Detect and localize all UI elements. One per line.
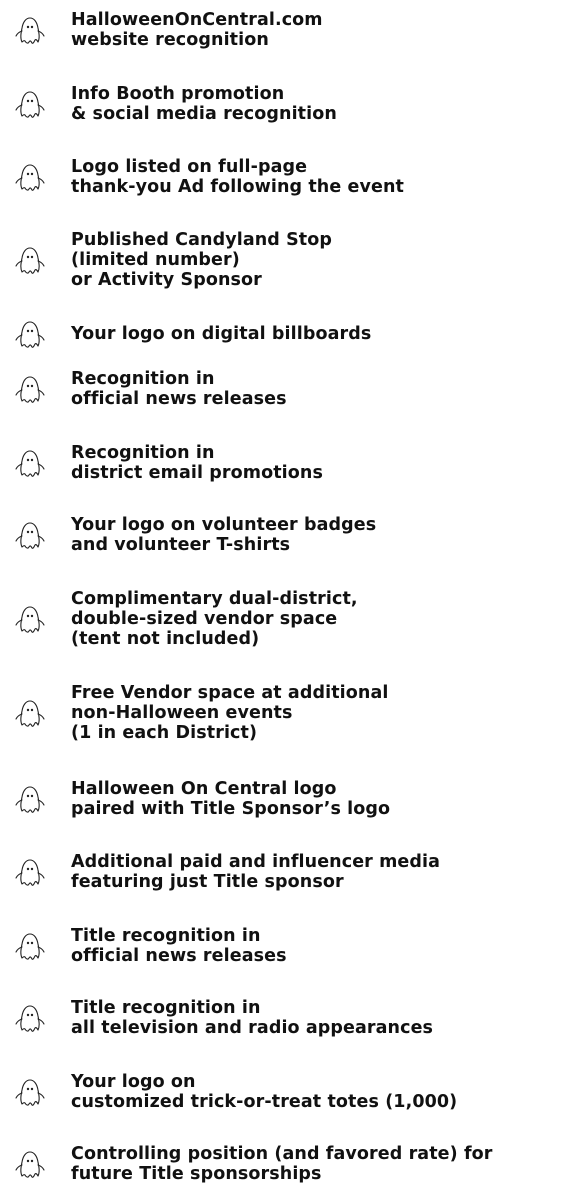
ghost-icon [13,243,47,277]
benefit-text: Recognition in official news releases [71,369,287,409]
list-item: HalloweenOnCentral.com website recogniti… [0,10,561,50]
benefit-text: Additional paid and influencer media fea… [71,852,441,892]
list-item: Complimentary dual-district, double-size… [0,589,561,649]
benefit-text: Your logo on customized trick-or-treat t… [71,1072,458,1112]
benefit-text: Halloween On Central logo paired with Ti… [71,779,391,819]
list-item: Controlling position (and favored rate) … [0,1144,561,1184]
ghost-icon [13,446,47,480]
ghost-icon [13,1075,47,1109]
ghost-icon [13,782,47,816]
list-item: Your logo on volunteer badges and volunt… [0,515,561,555]
benefit-text: Controlling position (and favored rate) … [71,1144,493,1184]
list-item: Info Booth promotion & social media reco… [0,84,561,124]
ghost-icon [13,1001,47,1035]
benefit-text: Your logo on digital billboards [71,324,372,344]
ghost-icon [13,372,47,406]
benefit-text: Title recognition in all television and … [71,998,434,1038]
benefit-text: Logo listed on full-page thank-you Ad fo… [71,157,404,197]
list-item: Your logo on digital billboards [0,321,561,348]
list-item: Free Vendor space at additional non-Hall… [0,683,561,743]
benefit-text: Complimentary dual-district, double-size… [71,589,358,649]
ghost-icon [13,518,47,552]
benefit-text: Published Candyland Stop (limited number… [71,230,333,290]
list-item: Title recognition in official news relea… [0,926,561,966]
ghost-icon [13,929,47,963]
benefit-text: Info Booth promotion & social media reco… [71,84,337,124]
ghost-icon [13,317,47,351]
list-item: Your logo on customized trick-or-treat t… [0,1072,561,1112]
benefit-text: Your logo on volunteer badges and volunt… [71,515,377,555]
list-item: Additional paid and influencer media fea… [0,852,561,892]
benefit-text: Recognition in district email promotions [71,443,323,483]
list-item: Published Candyland Stop (limited number… [0,230,561,290]
benefit-text: Title recognition in official news relea… [71,926,287,966]
ghost-icon [13,87,47,121]
benefit-text: Free Vendor space at additional non-Hall… [71,683,389,743]
ghost-icon [13,160,47,194]
ghost-icon [13,602,47,636]
list-item: Recognition in official news releases [0,369,561,409]
list-item: Recognition in district email promotions [0,443,561,483]
ghost-icon [13,13,47,47]
list-item: Logo listed on full-page thank-you Ad fo… [0,157,561,197]
list-item: Halloween On Central logo paired with Ti… [0,779,561,819]
list-item: Title recognition in all television and … [0,998,561,1038]
benefit-text: HalloweenOnCentral.com website recogniti… [71,10,323,50]
ghost-icon [13,1147,47,1181]
ghost-icon [13,696,47,730]
ghost-icon [13,855,47,889]
